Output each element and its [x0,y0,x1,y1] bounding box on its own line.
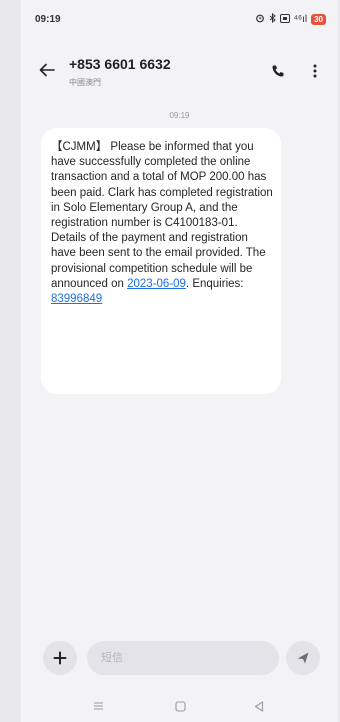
navigation-bar [21,690,338,722]
arrow-left-icon [39,63,55,77]
contact-region: 中國澳門 [69,78,101,87]
menu-icon [93,702,103,710]
nav-back-button[interactable] [249,696,269,716]
send-icon [297,652,309,664]
sms-input[interactable]: 短信 [87,641,279,675]
phone-icon [272,65,284,77]
conversation-header: +853 6601 6632 中國澳門 [21,46,338,96]
nav-home-button[interactable] [170,696,190,716]
add-attachment-button[interactable] [43,641,77,675]
message-composer: 短信 [21,627,338,687]
back-button[interactable] [35,58,59,82]
status-bar: 09:19 ⁴⁶ıl 30 [21,0,338,40]
send-button[interactable] [286,641,320,675]
nfc-icon [279,13,290,26]
message-timestamp: 09:19 [169,111,190,120]
battery-icon: 30 [311,14,326,25]
bluetooth-icon [269,12,276,26]
message-text: 【CJMM】 Please be informed that you have … [51,141,273,290]
triangle-back-icon [254,700,264,712]
date-link[interactable]: 2023-06-09 [127,278,186,290]
message-text-after-date: . Enquiries: [185,277,244,290]
nav-menu-button[interactable] [88,696,108,716]
call-button[interactable] [267,60,289,82]
alarm-icon [255,13,265,26]
home-icon [174,700,186,712]
status-icons: ⁴⁶ıl 30 [255,12,326,26]
plus-icon [53,651,67,665]
more-vertical-icon [313,64,317,78]
signal-icon: ⁴⁶ıl [293,14,308,25]
status-time: 09:19 [35,14,61,25]
phone-link[interactable]: 83996849 [51,293,102,305]
more-button[interactable] [305,58,325,84]
contact-number: +853 6601 6632 [69,56,171,72]
phone-screen: 09:19 ⁴⁶ıl 30 +853 6601 6632 中國澳門 09:19 … [21,0,338,722]
message-bubble[interactable]: 【CJMM】 Please be informed that you have … [41,128,281,394]
